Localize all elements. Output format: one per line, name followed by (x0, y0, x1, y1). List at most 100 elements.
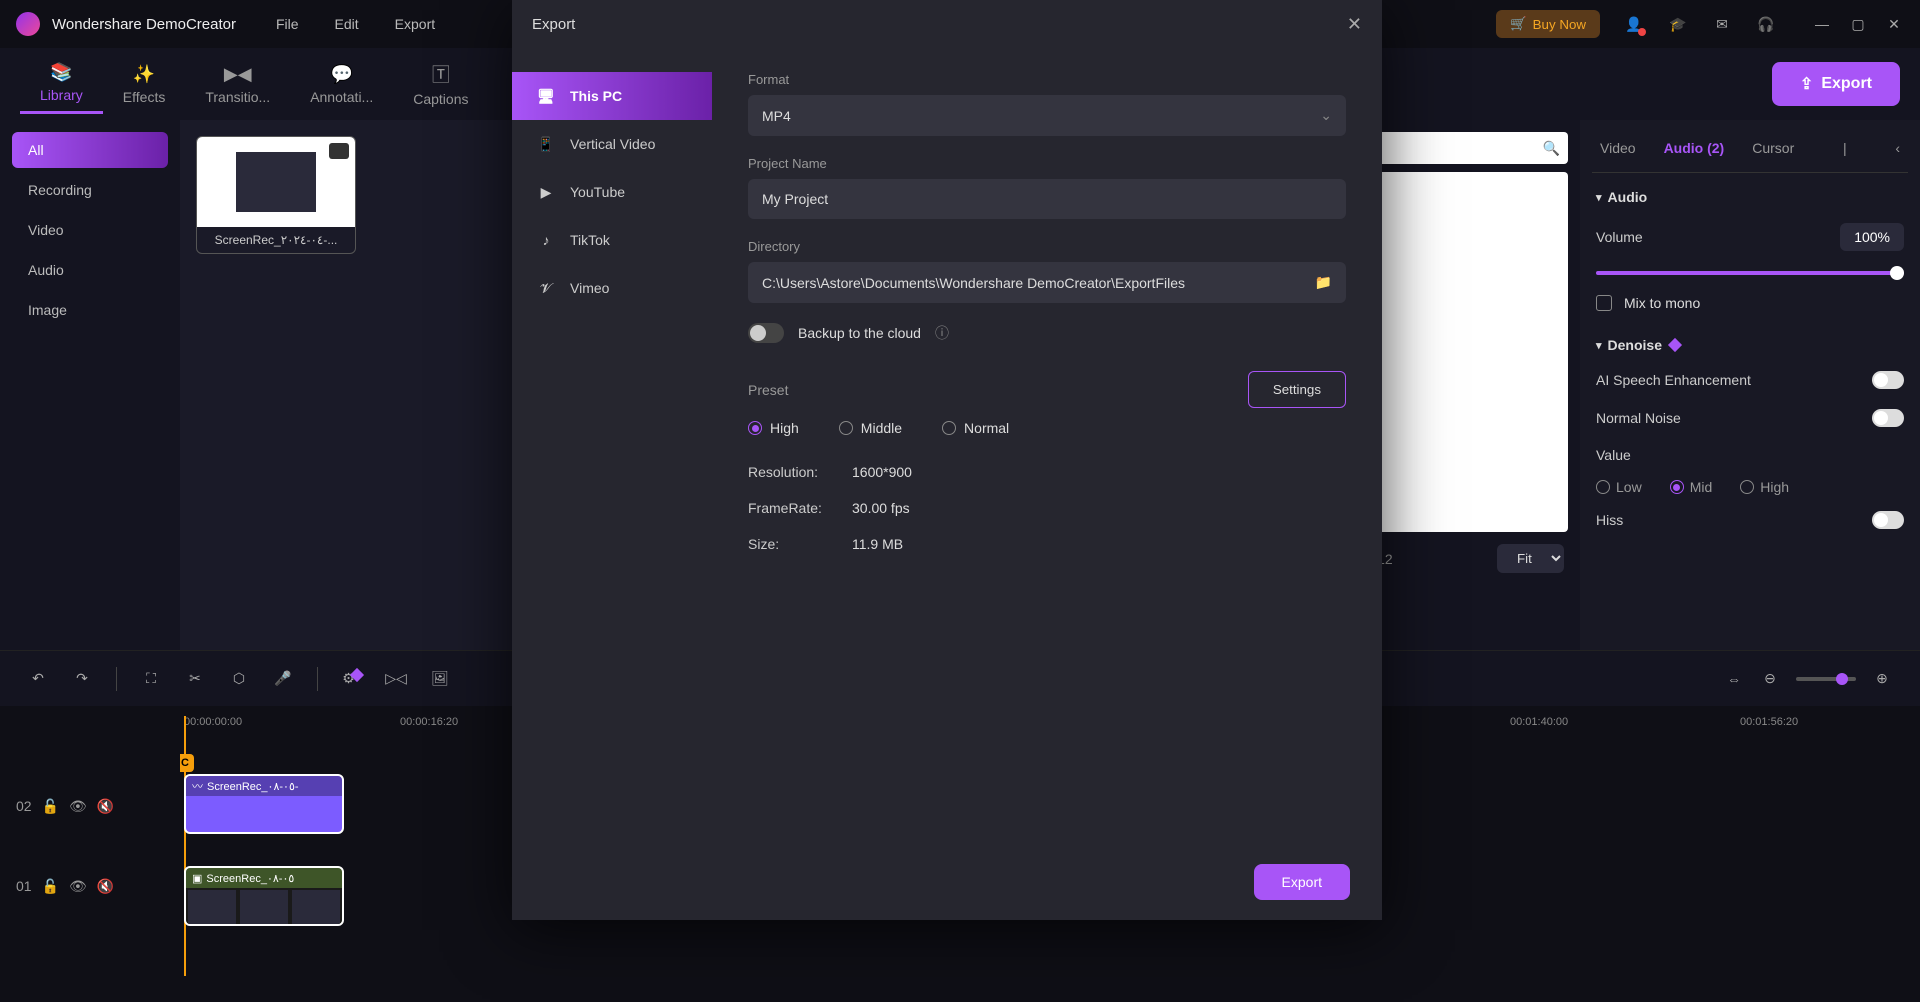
lock-icon[interactable]: 🔓 (42, 878, 59, 895)
camera-icon (329, 143, 349, 159)
account-icon[interactable]: 👤 (1624, 14, 1644, 34)
mirror-icon[interactable]: ▷◁ (386, 669, 406, 689)
preset-normal-label: Normal (964, 420, 1009, 436)
cart-icon: 🛒 (1510, 16, 1527, 32)
menu-file[interactable]: File (276, 16, 299, 32)
size-label: Size: (748, 536, 852, 552)
academy-icon[interactable]: 🎓 (1668, 14, 1688, 34)
help-icon[interactable]: ⓘ (935, 323, 949, 343)
audio-clip[interactable]: 〰ScreenRec_٠٥-٠٨- (184, 774, 344, 834)
tiktok-icon: ♪ (536, 230, 556, 250)
minimize-icon[interactable]: — (1812, 14, 1832, 34)
framerate-row: FrameRate:30.00 fps (748, 500, 1346, 516)
split-icon[interactable]: ✂ (185, 669, 205, 689)
folder-icon[interactable]: 📁 (1315, 274, 1332, 291)
redo-icon[interactable]: ↷ (72, 669, 92, 689)
denoise-section-header[interactable]: Denoise (1592, 321, 1908, 361)
media-thumbnail[interactable]: ScreenRec_٠٤-٢٠٢٤-... (196, 136, 356, 254)
settings-button[interactable]: Settings (1248, 371, 1346, 408)
audio-section-header[interactable]: Audio (1592, 173, 1908, 213)
hiss-toggle[interactable] (1872, 511, 1904, 529)
dest-vertical-video[interactable]: 📱Vertical Video (512, 120, 712, 168)
volume-value[interactable]: 100% (1840, 223, 1904, 251)
visibility-icon[interactable]: 👁 (69, 798, 87, 815)
youtube-icon: ▶ (536, 182, 556, 202)
tab-library[interactable]: 📚Library (20, 54, 103, 114)
preset-high[interactable]: High (748, 420, 799, 436)
export-confirm-button[interactable]: Export (1254, 864, 1350, 900)
dest-vimeo[interactable]: 𝓥Vimeo (512, 264, 712, 312)
undo-icon[interactable]: ↶ (28, 669, 48, 689)
denoise-mid[interactable]: Mid (1670, 479, 1713, 495)
props-tab-audio[interactable]: Audio (2) (1664, 140, 1725, 156)
format-label: Format (748, 72, 1346, 87)
sidebar-item-all[interactable]: All (12, 132, 168, 168)
denoise-high[interactable]: High (1740, 479, 1789, 495)
visibility-icon[interactable]: 👁 (69, 878, 87, 895)
denoise-low[interactable]: Low (1596, 479, 1642, 495)
close-icon[interactable]: ✕ (1347, 14, 1362, 35)
preview-fit-select[interactable]: Fit (1497, 544, 1564, 573)
export-button[interactable]: ⇪Export (1772, 62, 1900, 106)
video-clip[interactable]: ▣ScreenRec_٠٥-٠٨ (184, 866, 344, 926)
normal-noise-toggle[interactable] (1872, 409, 1904, 427)
mail-icon[interactable]: ✉ (1712, 14, 1732, 34)
preset-normal[interactable]: Normal (942, 420, 1009, 436)
mix-label: Mix to mono (1624, 295, 1700, 311)
tab-transitions[interactable]: ▶◀Transitio... (185, 56, 290, 113)
export-modal: Export ✕ 🖥This PC 📱Vertical Video ▶YouTu… (512, 0, 1382, 920)
sidebar-item-recording[interactable]: Recording (12, 172, 168, 208)
crop-icon[interactable]: ⛶ (141, 669, 161, 689)
sidebar-item-video[interactable]: Video (12, 212, 168, 248)
size-row: Size:11.9 MB (748, 536, 1346, 552)
fit-width-icon[interactable]: ⇔ (1724, 669, 1744, 689)
effects-icon: ✨ (133, 64, 155, 85)
ruler-tick: 00:01:56:20 (1740, 716, 1798, 728)
preset-middle[interactable]: Middle (839, 420, 902, 436)
mute-icon[interactable]: 🔇 (97, 798, 114, 815)
dest-youtube[interactable]: ▶YouTube (512, 168, 712, 216)
snapshot-icon[interactable]: 🖼 (430, 669, 450, 689)
audio-header-label: Audio (1608, 189, 1648, 205)
project-name-input[interactable]: My Project (748, 179, 1346, 219)
mix-to-mono-checkbox[interactable] (1596, 295, 1612, 311)
mute-icon[interactable]: 🔇 (97, 878, 114, 895)
zoom-slider[interactable] (1796, 677, 1856, 681)
props-tab-scroll-icon[interactable]: ‹ (1895, 140, 1900, 156)
close-window-icon[interactable]: ✕ (1884, 14, 1904, 34)
directory-input[interactable]: C:\Users\Astore\Documents\Wondershare De… (748, 262, 1346, 303)
dest-label: Vimeo (570, 280, 609, 296)
modal-titlebar: Export ✕ (512, 0, 1382, 48)
buy-now-button[interactable]: 🛒Buy Now (1496, 10, 1600, 38)
normal-noise-label: Normal Noise (1596, 410, 1860, 426)
ai-speech-toggle[interactable] (1872, 371, 1904, 389)
marker-icon[interactable]: ⬡ (229, 669, 249, 689)
format-select[interactable]: MP4⌄ (748, 95, 1346, 136)
lock-icon[interactable]: 🔓 (42, 798, 59, 815)
tab-annotations[interactable]: 💬Annotati... (290, 56, 393, 113)
voiceover-icon[interactable]: 🎤 (273, 669, 293, 689)
playhead[interactable] (184, 716, 186, 976)
menu-edit[interactable]: Edit (335, 16, 359, 32)
props-tab-scroll-divider: | (1843, 140, 1847, 156)
menu-export[interactable]: Export (395, 16, 435, 32)
sidebar-item-image[interactable]: Image (12, 292, 168, 328)
props-tab-video[interactable]: Video (1600, 140, 1636, 156)
tab-captions[interactable]: 🅃Captions (393, 53, 488, 115)
zoom-in-icon[interactable]: ⊕ (1872, 669, 1892, 689)
support-icon[interactable]: 🎧 (1756, 14, 1776, 34)
backup-toggle[interactable] (748, 323, 784, 343)
maximize-icon[interactable]: ▢ (1848, 14, 1868, 34)
app-title: Wondershare DemoCreator (52, 16, 236, 33)
group-icon[interactable]: ⚙ (342, 669, 362, 689)
properties-panel: Video Audio (2) Cursor | ‹ Audio Volume … (1580, 120, 1920, 650)
dest-this-pc[interactable]: 🖥This PC (512, 72, 712, 120)
dest-label: This PC (570, 88, 622, 104)
video-icon: ▣ (192, 872, 202, 885)
dest-tiktok[interactable]: ♪TikTok (512, 216, 712, 264)
volume-slider[interactable] (1596, 271, 1904, 275)
sidebar-item-audio[interactable]: Audio (12, 252, 168, 288)
props-tab-cursor[interactable]: Cursor (1752, 140, 1794, 156)
tab-effects[interactable]: ✨Effects (103, 56, 186, 113)
zoom-out-icon[interactable]: ⊖ (1760, 669, 1780, 689)
